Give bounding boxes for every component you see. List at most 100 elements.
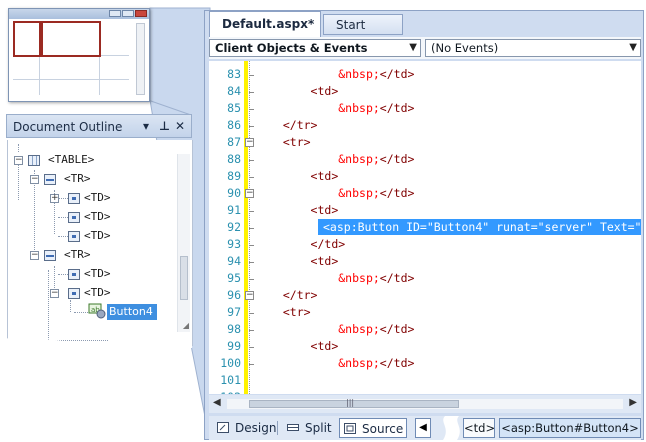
tab-default-aspx[interactable]: Default.aspx* — [209, 11, 321, 37]
scroll-left-icon[interactable]: ◀ — [213, 397, 221, 408]
event-dropdown[interactable]: (No Events) ▼ — [425, 39, 641, 57]
scrollbar-thumb[interactable]: ||| — [249, 398, 459, 408]
collapse-icon[interactable]: − — [30, 251, 39, 260]
previous-element-button[interactable]: ◀ — [415, 418, 431, 438]
line-number: 102 — [209, 390, 241, 394]
code-line[interactable]: <tr> — [269, 305, 311, 319]
line-number: 87 — [227, 135, 241, 149]
object-dropdown[interactable]: Client Objects & Events ▼ — [209, 39, 421, 57]
tr-icon — [44, 250, 56, 261]
split-view-icon — [287, 424, 299, 431]
code-line[interactable]: &nbsp;</td> — [269, 322, 414, 336]
code-line[interactable]: <td> — [269, 84, 339, 98]
tree-node-td[interactable]: <TD> — [84, 266, 111, 282]
code-line[interactable]: <tr> — [269, 135, 311, 149]
code-line[interactable]: &nbsp;</td> — [269, 101, 414, 115]
code-line[interactable]: &nbsp;</td> — [269, 152, 414, 166]
selected-code-line[interactable]: <asp:Button ID="Button4" runat="server" … — [318, 219, 641, 235]
code-line[interactable]: <td> — [269, 254, 339, 268]
line-number: 85 — [227, 101, 241, 115]
change-tracking-bar — [244, 61, 248, 394]
thumbnail-selected-cell — [13, 21, 41, 57]
line-number: 84 — [227, 84, 241, 98]
tree-node-tr[interactable]: <TR> — [64, 171, 91, 187]
code-line[interactable]: <td> — [269, 339, 339, 353]
code-line[interactable]: <td> — [269, 169, 339, 183]
line-number: 86 — [227, 118, 241, 132]
collapse-icon[interactable]: − — [30, 175, 39, 184]
collapse-icon[interactable]: − — [14, 156, 23, 165]
line-number: 90 — [227, 186, 241, 200]
document-thumbnail — [8, 8, 150, 102]
code-area[interactable]: 83 &nbsp;</td> 84 <td> 85 &nbsp;</td> 86 </… — [209, 61, 641, 394]
resize-grip-icon: ◢ — [182, 321, 189, 330]
line-number: 97 — [227, 305, 241, 319]
collapse-region-icon[interactable]: − — [245, 291, 254, 300]
horizontal-scrollbar[interactable]: ◀ ||| ▶ — [209, 395, 641, 413]
collapse-region-icon[interactable]: − — [245, 138, 254, 147]
scrollbar-grip: ||| — [346, 398, 355, 407]
button-control-icon: ab — [88, 303, 106, 319]
collapse-icon[interactable]: − — [50, 289, 59, 298]
tree-node-td[interactable]: <TD> — [84, 190, 111, 206]
design-view-button[interactable]: Design — [213, 418, 276, 438]
tree-node-td[interactable]: <TD> — [84, 228, 111, 244]
torn-edge — [6, 338, 192, 348]
code-line[interactable]: </td> — [269, 237, 346, 251]
view-switcher-bar: Design Split Source ◀ <td> <asp:Button#B… — [209, 416, 641, 440]
source-view-button[interactable]: Source — [339, 418, 407, 438]
line-number: 92 — [227, 220, 241, 234]
thumbnail-window-buttons — [109, 10, 147, 18]
line-number: 83 — [227, 67, 241, 81]
torn-edge — [443, 416, 460, 440]
collapse-region-icon[interactable]: − — [245, 189, 254, 198]
design-view-icon — [217, 422, 229, 433]
split-view-button[interactable]: Split — [283, 418, 333, 438]
tree-node-table[interactable]: <TABLE> — [48, 152, 94, 168]
code-line[interactable]: &nbsp;</td> — [269, 67, 414, 81]
tree-node-tr[interactable]: <TR> — [64, 247, 91, 263]
code-line[interactable]: </tr> — [269, 288, 318, 302]
thumbnail-selected-cell — [41, 21, 101, 57]
tab-start-page[interactable]: Start Page — [323, 14, 403, 53]
code-line[interactable]: </tr> — [269, 118, 318, 132]
line-number: 99 — [227, 339, 241, 353]
code-line[interactable]: <td> — [269, 203, 339, 217]
code-line[interactable]: &nbsp;</td> — [269, 271, 414, 285]
tree-node-td[interactable]: <TD> — [84, 285, 111, 301]
code-line[interactable]: &nbsp;</td> — [269, 356, 414, 370]
line-number: 89 — [227, 169, 241, 183]
chevron-down-icon: ▼ — [409, 42, 417, 53]
line-number: 94 — [227, 254, 241, 268]
tree-node-td[interactable]: <TD> — [84, 209, 111, 225]
breadcrumb-current[interactable]: <asp:Button#Button4> — [499, 418, 641, 438]
breadcrumb-td[interactable]: <td> — [463, 418, 495, 438]
navigation-bar: Client Objects & Events ▼ (No Events) ▼ — [209, 37, 641, 59]
td-icon — [68, 288, 80, 299]
td-icon — [68, 231, 80, 242]
chevron-down-icon: ▼ — [629, 42, 637, 53]
close-icon[interactable]: ✕ — [175, 119, 185, 133]
panel-title: Document Outline — [13, 120, 123, 134]
td-icon — [68, 212, 80, 223]
tree-node-button4[interactable]: Button4 — [107, 304, 157, 320]
line-number: 95 — [227, 271, 241, 285]
dropdown-icon[interactable]: ▾ — [143, 119, 149, 133]
line-number: 93 — [227, 237, 241, 251]
code-line[interactable]: &nbsp;</td> — [269, 186, 414, 200]
scrollbar-thumb[interactable] — [180, 256, 188, 300]
document-outline-panel: Document Outline ▾ ⊥ ✕ − <TABLE> − <TR> … — [6, 114, 193, 348]
td-icon — [68, 193, 80, 204]
expand-icon[interactable]: + — [50, 194, 59, 203]
pin-icon[interactable]: ⊥ — [159, 119, 170, 133]
document-outline-header: Document Outline ▾ ⊥ ✕ — [6, 114, 192, 138]
line-number: 101 — [220, 373, 241, 387]
line-number: 100 — [220, 356, 241, 370]
td-icon — [68, 269, 80, 280]
source-editor-window: Start Page Default.aspx* Client Objects … — [204, 10, 644, 440]
outline-vertical-scrollbar[interactable]: ◢ — [177, 154, 190, 332]
line-number: 98 — [227, 322, 241, 336]
scroll-right-icon[interactable]: ▶ — [629, 397, 637, 408]
outline-tree: − <TABLE> − <TR> + <TD> <TD> <TD> − <TR>… — [7, 140, 193, 346]
event-dropdown-value: (No Events) — [431, 41, 499, 55]
